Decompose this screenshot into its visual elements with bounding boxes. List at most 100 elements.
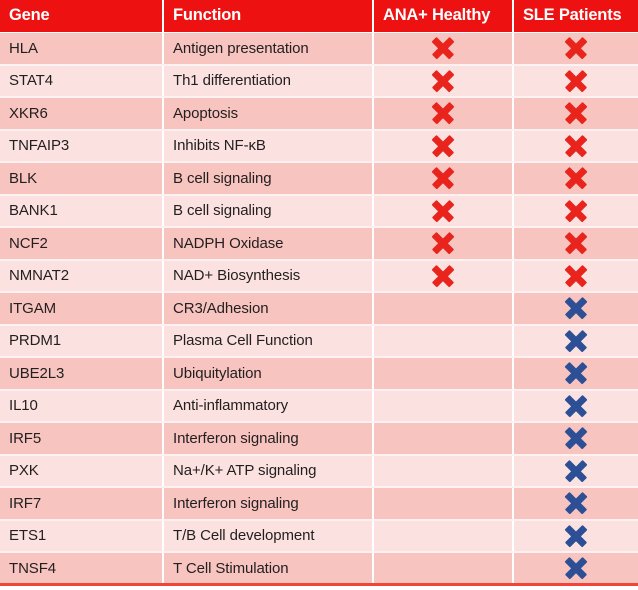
x-mark-icon xyxy=(565,460,587,482)
cell-sle-patients xyxy=(513,97,638,131)
cell-sle-patients xyxy=(513,357,638,391)
cell-sle-patients xyxy=(513,487,638,521)
x-mark-icon xyxy=(565,265,587,287)
cell-ana-healthy xyxy=(373,357,514,391)
cell-ana-healthy xyxy=(373,454,514,488)
cell-function: Th1 differentiation xyxy=(163,64,374,98)
cell-sle-patients xyxy=(513,324,638,358)
table-row: UBE2L3 Ubiquitylation xyxy=(0,357,638,391)
table-row: IL10 Anti-inflammatory xyxy=(0,389,638,423)
table-row: PRDM1 Plasma Cell Function xyxy=(0,324,638,358)
x-mark-icon xyxy=(565,232,587,254)
cell-gene: ETS1 xyxy=(0,519,164,553)
table-row: NMNAT2 NAD+ Biosynthesis xyxy=(0,259,638,293)
table-row: XKR6 Apoptosis xyxy=(0,97,638,131)
x-mark-icon xyxy=(565,200,587,222)
cell-gene: IL10 xyxy=(0,389,164,423)
cell-sle-patients xyxy=(513,454,638,488)
x-mark-icon xyxy=(565,297,587,319)
x-mark-icon xyxy=(565,525,587,547)
cell-ana-healthy xyxy=(373,129,514,163)
cell-ana-healthy xyxy=(373,519,514,553)
column-header-sle-patients[interactable]: SLE Patients xyxy=(513,0,638,33)
cell-gene: NMNAT2 xyxy=(0,259,164,293)
x-mark-icon xyxy=(565,102,587,124)
cell-function: T Cell Stimulation xyxy=(163,552,374,586)
cell-sle-patients xyxy=(513,227,638,261)
x-mark-icon xyxy=(565,362,587,384)
cell-sle-patients xyxy=(513,552,638,586)
table-row: IRF5 Interferon signaling xyxy=(0,422,638,456)
table-row: ETS1 T/B Cell development xyxy=(0,519,638,553)
cell-gene: IRF5 xyxy=(0,422,164,456)
table-body: HLA Antigen presentation STAT4 Th1 differen… xyxy=(0,32,638,586)
cell-ana-healthy xyxy=(373,97,514,131)
x-mark-icon xyxy=(565,330,587,352)
table-row: TNFAIP3 Inhibits NF-κB xyxy=(0,129,638,163)
x-mark-icon xyxy=(565,167,587,189)
cell-ana-healthy xyxy=(373,422,514,456)
cell-gene: BANK1 xyxy=(0,194,164,228)
table-row: BANK1 B cell signaling xyxy=(0,194,638,228)
cell-gene: TNSF4 xyxy=(0,552,164,586)
cell-gene: ITGAM xyxy=(0,292,164,326)
cell-sle-patients xyxy=(513,292,638,326)
cell-gene: PRDM1 xyxy=(0,324,164,358)
cell-gene: IRF7 xyxy=(0,487,164,521)
header-row: Gene Function ANA+ Healthy SLE Patients xyxy=(0,0,638,33)
x-mark-icon xyxy=(565,395,587,417)
cell-sle-patients xyxy=(513,32,638,66)
cell-ana-healthy xyxy=(373,227,514,261)
column-header-gene[interactable]: Gene xyxy=(0,0,164,33)
cell-sle-patients xyxy=(513,389,638,423)
x-mark-icon xyxy=(432,135,454,157)
cell-function: B cell signaling xyxy=(163,194,374,228)
x-mark-icon xyxy=(432,167,454,189)
table-row: IRF7 Interferon signaling xyxy=(0,487,638,521)
table-row: ITGAM CR3/Adhesion xyxy=(0,292,638,326)
cell-sle-patients xyxy=(513,259,638,293)
x-mark-icon xyxy=(432,70,454,92)
cell-function: NADPH Oxidase xyxy=(163,227,374,261)
table-row: BLK B cell signaling xyxy=(0,162,638,196)
cell-function: Antigen presentation xyxy=(163,32,374,66)
column-header-ana-healthy[interactable]: ANA+ Healthy xyxy=(373,0,514,33)
cell-gene: BLK xyxy=(0,162,164,196)
x-mark-icon xyxy=(432,102,454,124)
cell-sle-patients xyxy=(513,519,638,553)
table-header: Gene Function ANA+ Healthy SLE Patients xyxy=(0,0,638,33)
x-mark-icon xyxy=(565,37,587,59)
x-mark-icon xyxy=(565,70,587,92)
cell-function: Plasma Cell Function xyxy=(163,324,374,358)
cell-function: Ubiquitylation xyxy=(163,357,374,391)
cell-ana-healthy xyxy=(373,259,514,293)
x-mark-icon xyxy=(565,557,587,579)
cell-function: Interferon signaling xyxy=(163,422,374,456)
cell-ana-healthy xyxy=(373,552,514,586)
table-row: STAT4 Th1 differentiation xyxy=(0,64,638,98)
table-row: PXK Na+/K+ ATP signaling xyxy=(0,454,638,488)
x-mark-icon xyxy=(432,200,454,222)
cell-sle-patients xyxy=(513,64,638,98)
cell-ana-healthy xyxy=(373,162,514,196)
cell-function: Apoptosis xyxy=(163,97,374,131)
x-mark-icon xyxy=(432,37,454,59)
cell-gene: UBE2L3 xyxy=(0,357,164,391)
gene-association-table: Gene Function ANA+ Healthy SLE Patients … xyxy=(0,0,638,586)
cell-ana-healthy xyxy=(373,32,514,66)
cell-ana-healthy xyxy=(373,487,514,521)
cell-function: Inhibits NF-κB xyxy=(163,129,374,163)
cell-sle-patients xyxy=(513,162,638,196)
x-mark-icon xyxy=(432,265,454,287)
cell-function: B cell signaling xyxy=(163,162,374,196)
cell-function: T/B Cell development xyxy=(163,519,374,553)
table-row: TNSF4 T Cell Stimulation xyxy=(0,552,638,586)
cell-gene: TNFAIP3 xyxy=(0,129,164,163)
cell-ana-healthy xyxy=(373,64,514,98)
column-header-function[interactable]: Function xyxy=(163,0,374,33)
cell-sle-patients xyxy=(513,194,638,228)
cell-gene: STAT4 xyxy=(0,64,164,98)
cell-gene: NCF2 xyxy=(0,227,164,261)
cell-gene: HLA xyxy=(0,32,164,66)
x-mark-icon xyxy=(565,427,587,449)
